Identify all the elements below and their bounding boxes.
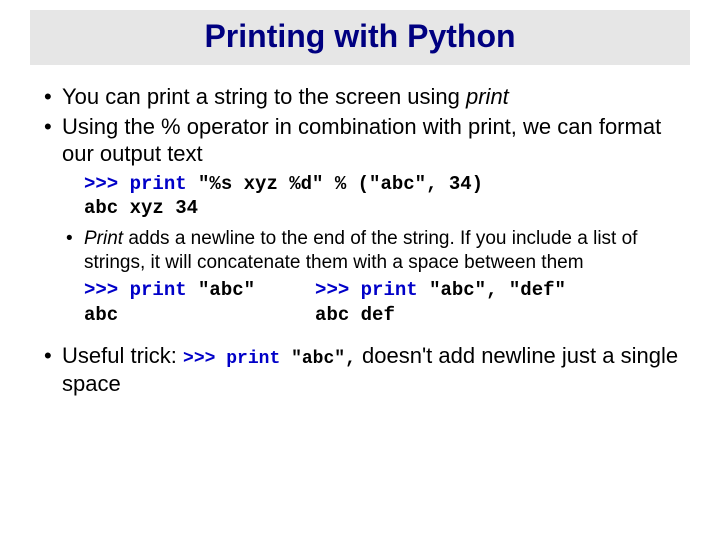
title-bar: Printing with Python [30,10,690,65]
code-args: "abc", "def" [418,279,566,301]
code-column-left: >>> print "abc" abc [84,278,255,327]
code-keyword: print [361,279,418,301]
slide-title: Printing with Python [30,18,690,55]
code-keyword: print [226,349,280,369]
bullet-item-4: Useful trick: >>> print "abc", doesn't a… [40,342,680,398]
code-prompt: >>> [183,349,226,369]
sub-bullet-list: Print adds a newline to the end of the s… [40,227,680,275]
code-args: "abc", [280,349,356,369]
bullet-item-1: You can print a string to the screen usi… [40,83,680,111]
code-prompt: >>> [84,173,130,195]
code-output: abc def [315,304,395,326]
bullet-list-last: Useful trick: >>> print "abc", doesn't a… [40,342,680,398]
bullet-list: You can print a string to the screen usi… [40,83,680,168]
bullet-4-text-a: Useful trick: [62,343,183,368]
code-args: "%s xyz %d" % ("abc", 34) [187,173,483,195]
bullet-3-text: adds a newline to the end of the string.… [84,228,637,273]
bullet-1-text: You can print a string to the screen usi… [62,84,466,109]
code-prompt: >>> [315,279,361,301]
code-keyword: print [130,279,187,301]
bullet-item-3: Print adds a newline to the end of the s… [40,227,680,275]
code-prompt: >>> [84,279,130,301]
bullet-item-2: Using the % operator in combination with… [40,113,680,168]
code-keyword: print [130,173,187,195]
bullet-2-text: Using the % operator in combination with… [62,114,661,167]
slide: Printing with Python You can print a str… [0,10,720,550]
bullet-3-keyword: Print [84,228,123,249]
code-example-1: >>> print "%s xyz %d" % ("abc", 34) abc … [40,172,680,221]
slide-content: You can print a string to the screen usi… [0,65,720,398]
code-two-column: >>> print "abc" abc >>> print "abc", "de… [40,278,680,327]
code-args: "abc" [187,279,255,301]
code-column-right: >>> print "abc", "def" abc def [315,278,566,327]
code-output: abc [84,304,118,326]
code-output: abc xyz 34 [84,197,198,219]
bullet-1-keyword: print [466,84,509,109]
